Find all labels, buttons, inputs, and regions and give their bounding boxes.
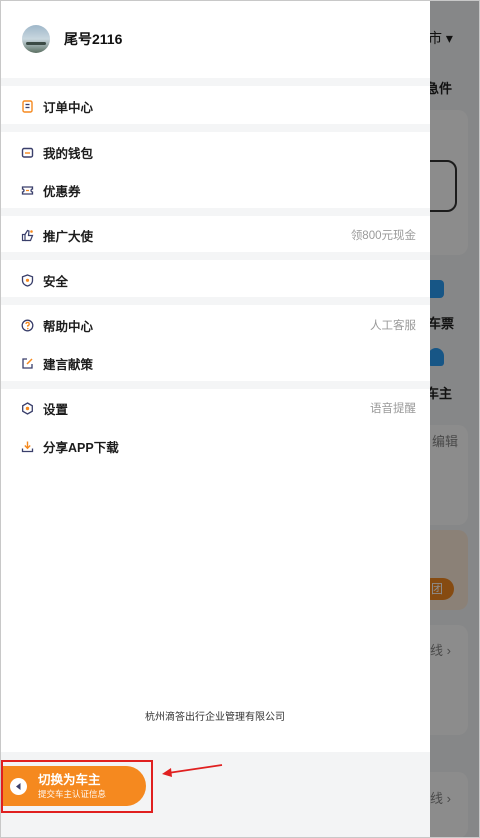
divider [0, 124, 430, 132]
menu-item-wallet[interactable]: 我的钱包 [0, 133, 430, 171]
annotation-arrow-icon [162, 764, 223, 777]
menu-item-share[interactable]: 分享APP下载 [0, 427, 430, 465]
menu-item-label: 优惠券 [43, 184, 81, 199]
menu-item-ambassador[interactable]: 推广大使 领800元现金 [0, 216, 430, 254]
menu-item-label: 帮助中心 [43, 319, 94, 334]
ambassador-reward-text: 领800元现金 [350, 230, 416, 242]
divider [0, 78, 430, 86]
menu-item-label: 建言献策 [43, 357, 94, 372]
side-drawer: 尾号2116 订单中心 我的钱包 优惠券 推广大使 领800元现金 安全 帮助中… [0, 0, 430, 838]
download-icon [20, 439, 34, 453]
menu-item-label: 推广大使 [43, 229, 94, 244]
divider [0, 252, 430, 260]
thumbs-up-icon [20, 228, 34, 242]
coupon-icon [20, 183, 34, 197]
divider [0, 208, 430, 216]
wallet-icon [20, 145, 34, 159]
menu-item-label: 安全 [43, 274, 69, 289]
help-service-text: 人工客服 [370, 320, 416, 332]
profile-name: 尾号2116 [64, 31, 123, 47]
menu-item-label: 设置 [43, 402, 69, 417]
menu-item-help[interactable]: 帮助中心 人工客服 [0, 306, 430, 344]
avatar[interactable] [22, 25, 50, 53]
menu-item-settings[interactable]: 设置 语音提醒 [0, 389, 430, 427]
help-icon [20, 318, 34, 332]
order-list-icon [20, 99, 34, 113]
profile-header[interactable]: 尾号2116 [0, 0, 430, 78]
menu-item-coupons[interactable]: 优惠券 [0, 171, 430, 209]
edit-icon [20, 356, 34, 370]
menu-item-label: 我的钱包 [43, 146, 94, 161]
divider [0, 297, 430, 305]
voice-reminder-text: 语音提醒 [370, 403, 416, 415]
company-name: 杭州滴答出行企业管理有限公司 [145, 712, 285, 723]
annotation-highlight-box [1, 760, 153, 813]
divider [0, 381, 430, 389]
menu-item-security[interactable]: 安全 [0, 261, 430, 299]
gear-icon [20, 401, 34, 415]
shield-icon [20, 273, 34, 287]
menu-item-feedback[interactable]: 建言献策 [0, 344, 430, 382]
menu-item-orders[interactable]: 订单中心 [0, 87, 430, 125]
menu-item-label: 订单中心 [43, 100, 94, 115]
menu-item-label: 分享APP下载 [43, 440, 119, 455]
